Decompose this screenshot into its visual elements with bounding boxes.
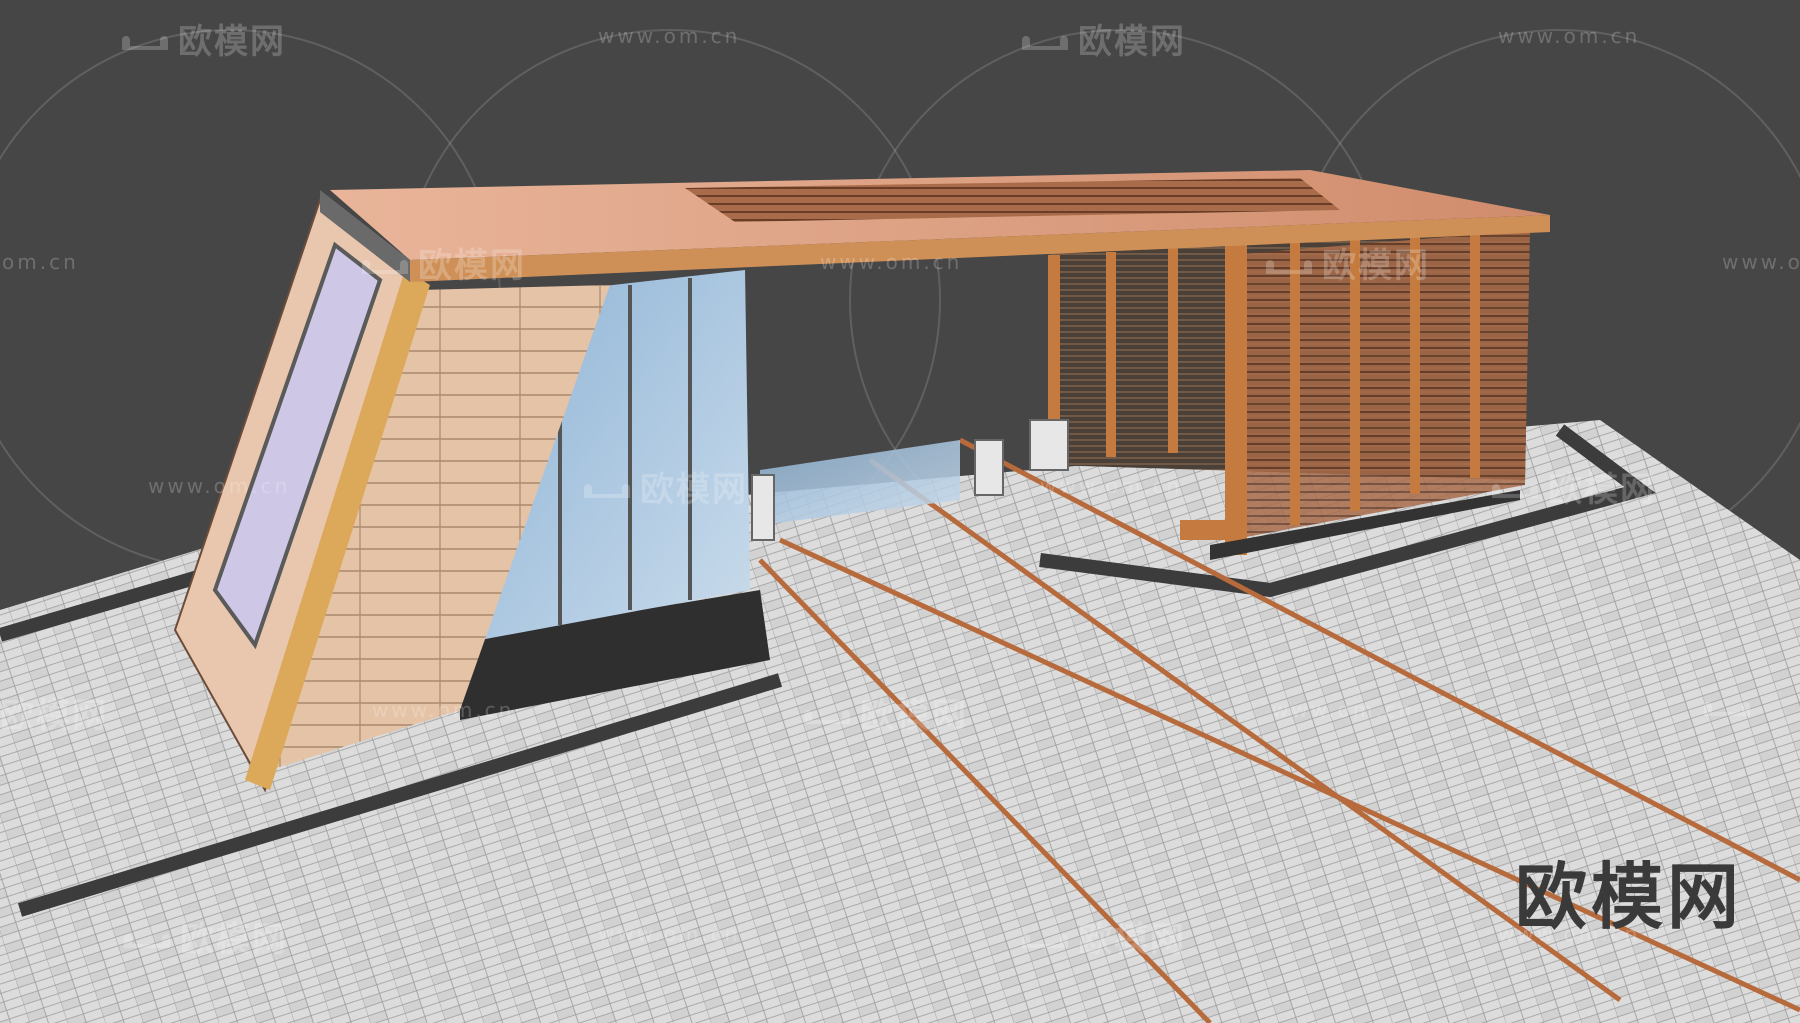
watermark-logo: 欧模网 (1262, 238, 1430, 287)
sofa-icon (124, 933, 170, 948)
watermark-url: www.om.cn (1722, 250, 1800, 274)
watermark-logo (1700, 688, 1760, 728)
watermark-url: www.om.cn (598, 922, 741, 946)
watermark-logo: 欧模网 (0, 696, 108, 736)
watermark-url: www.om.cn (372, 698, 515, 722)
sofa-icon (1022, 933, 1068, 948)
watermark-url: www.om.cn (598, 24, 741, 48)
watermark-url: om.cn (2, 250, 79, 274)
watermark-logo: 欧模网 (358, 238, 526, 287)
watermark-url: www.om.cn (1498, 24, 1641, 48)
watermark-url: www.om.cn (820, 250, 963, 274)
bench (1180, 520, 1240, 540)
sofa-icon (1704, 701, 1750, 716)
watermark-logo: 欧模网 (120, 912, 288, 961)
watermark-url: www.om.cn (148, 474, 291, 498)
watermark-logo: 欧模网 (580, 462, 748, 511)
watermark-logo: 欧模网 (1488, 462, 1656, 511)
sofa-icon (1022, 35, 1068, 50)
watermark-url: www.om.cn (1272, 698, 1415, 722)
watermark-logo: 欧模网 (1018, 14, 1186, 63)
watermark-logo: 欧模网 (1018, 912, 1186, 961)
sofa-icon (1492, 483, 1538, 498)
brand-mark: 欧模网 (1515, 855, 1744, 939)
sofa-icon (122, 35, 168, 50)
sofa-icon (584, 483, 630, 498)
sofa-icon (362, 259, 408, 274)
sofa-icon (1266, 259, 1312, 274)
watermark-url: www.om.cn (1040, 474, 1183, 498)
watermark-logo: 欧模网 (118, 14, 286, 63)
watermark-logo: 欧模网 (800, 688, 968, 737)
sofa-icon (804, 709, 850, 724)
